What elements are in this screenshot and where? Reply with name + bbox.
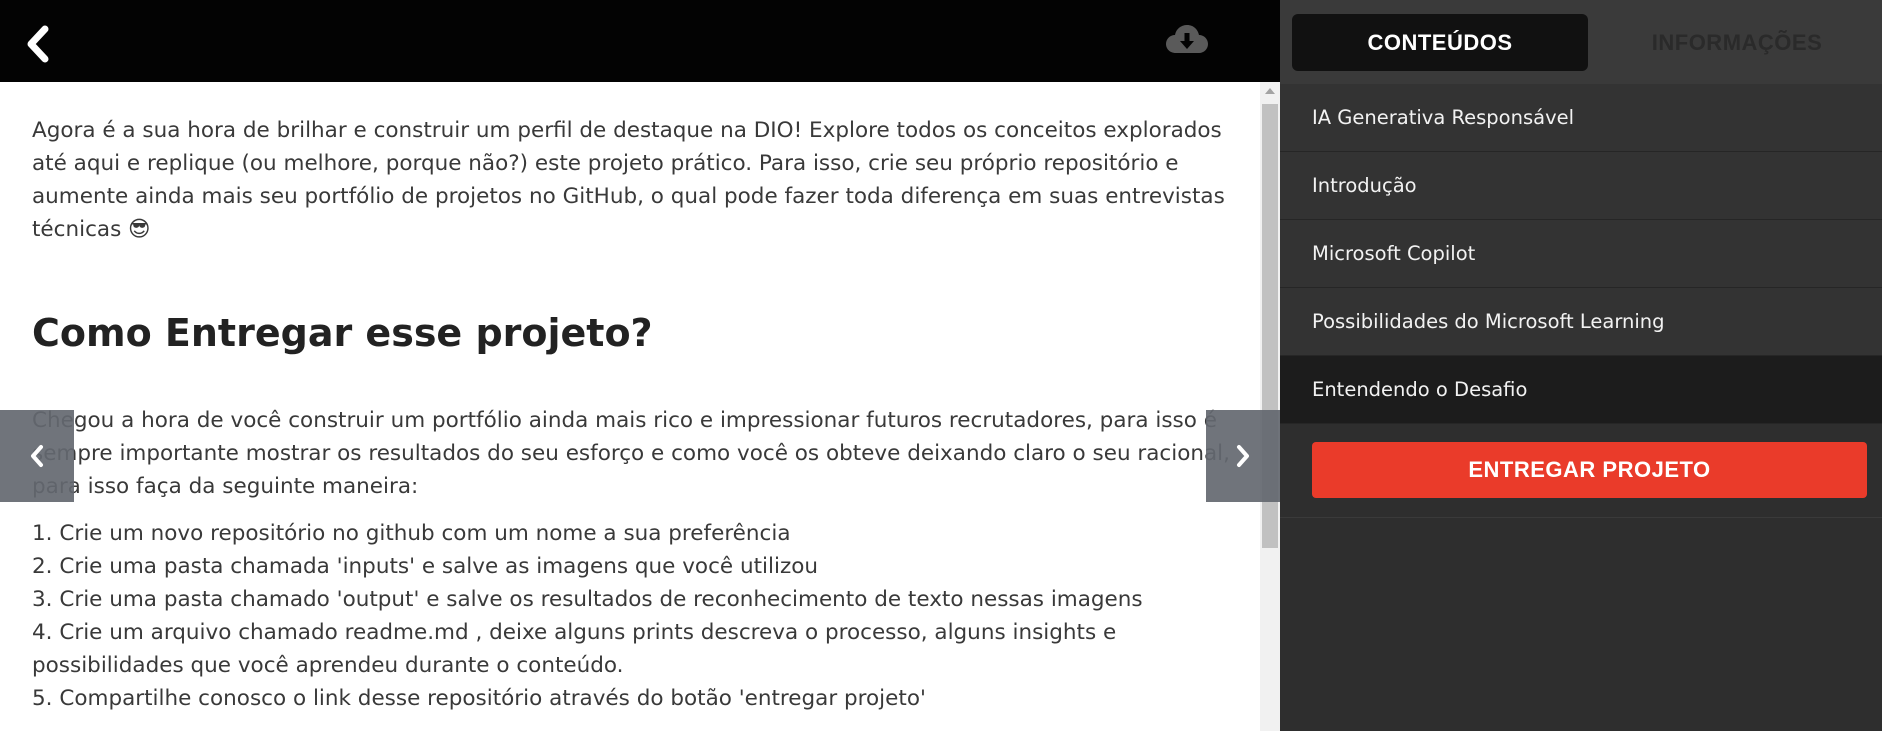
content-item-introducao[interactable]: Introdução: [1280, 152, 1882, 220]
intro-paragraph: Agora é a sua hora de brilhar e construi…: [32, 118, 1225, 242]
sunglasses-emoji-icon: 😎: [128, 217, 151, 242]
sidebar-tabs: CONTEÚDOS INFORMAÇÕES: [1280, 0, 1882, 84]
list-item: 5. Compartilhe conosco o link desse repo…: [32, 686, 926, 711]
cloud-download-icon: [1166, 25, 1208, 53]
delivery-paragraph: Chegou a hora de você construir um portf…: [32, 408, 1230, 499]
list-item: 4. Crie um arquivo chamado readme.md , d…: [32, 620, 1117, 678]
previous-lesson-button[interactable]: [0, 410, 74, 502]
download-button[interactable]: [1164, 20, 1210, 60]
chevron-left-icon: [27, 25, 49, 63]
course-content-list: IA Generativa Responsável Introdução Mic…: [1280, 84, 1882, 424]
top-bar: [0, 0, 1280, 82]
tab-informacoes[interactable]: INFORMAÇÕES: [1600, 14, 1874, 71]
submit-section: ENTREGAR PROJETO: [1280, 424, 1882, 518]
submit-project-button[interactable]: ENTREGAR PROJETO: [1312, 442, 1867, 498]
lesson-content: Agora é a sua hora de brilhar e construi…: [0, 82, 1260, 731]
next-lesson-button[interactable]: [1206, 410, 1280, 502]
sidebar: CONTEÚDOS INFORMAÇÕES IA Generativa Resp…: [1280, 0, 1882, 731]
section-heading: Como Entregar esse projeto?: [32, 311, 653, 355]
scroll-up-arrow-icon[interactable]: [1265, 88, 1275, 94]
chevron-right-icon: [1237, 445, 1249, 467]
list-item: 2. Crie uma pasta chamada 'inputs' e sal…: [32, 554, 819, 579]
list-item: 3. Crie uma pasta chamado 'output' e sal…: [32, 587, 1143, 612]
content-item-ia-generativa[interactable]: IA Generativa Responsável: [1280, 84, 1882, 152]
content-item-entendendo-desafio[interactable]: Entendendo o Desafio: [1280, 356, 1882, 424]
list-item: 1. Crie um novo repositório no github co…: [32, 521, 791, 546]
content-scrollbar[interactable]: [1260, 82, 1280, 731]
app: Agora é a sua hora de brilhar e construi…: [0, 0, 1882, 731]
chevron-left-icon: [31, 445, 43, 467]
tab-conteudos[interactable]: CONTEÚDOS: [1292, 14, 1588, 71]
steps-list: 1. Crie um novo repositório no github co…: [32, 517, 1230, 715]
content-item-microsoft-copilot[interactable]: Microsoft Copilot: [1280, 220, 1882, 288]
back-button[interactable]: [18, 24, 58, 64]
content-item-microsoft-learning[interactable]: Possibilidades do Microsoft Learning: [1280, 288, 1882, 356]
